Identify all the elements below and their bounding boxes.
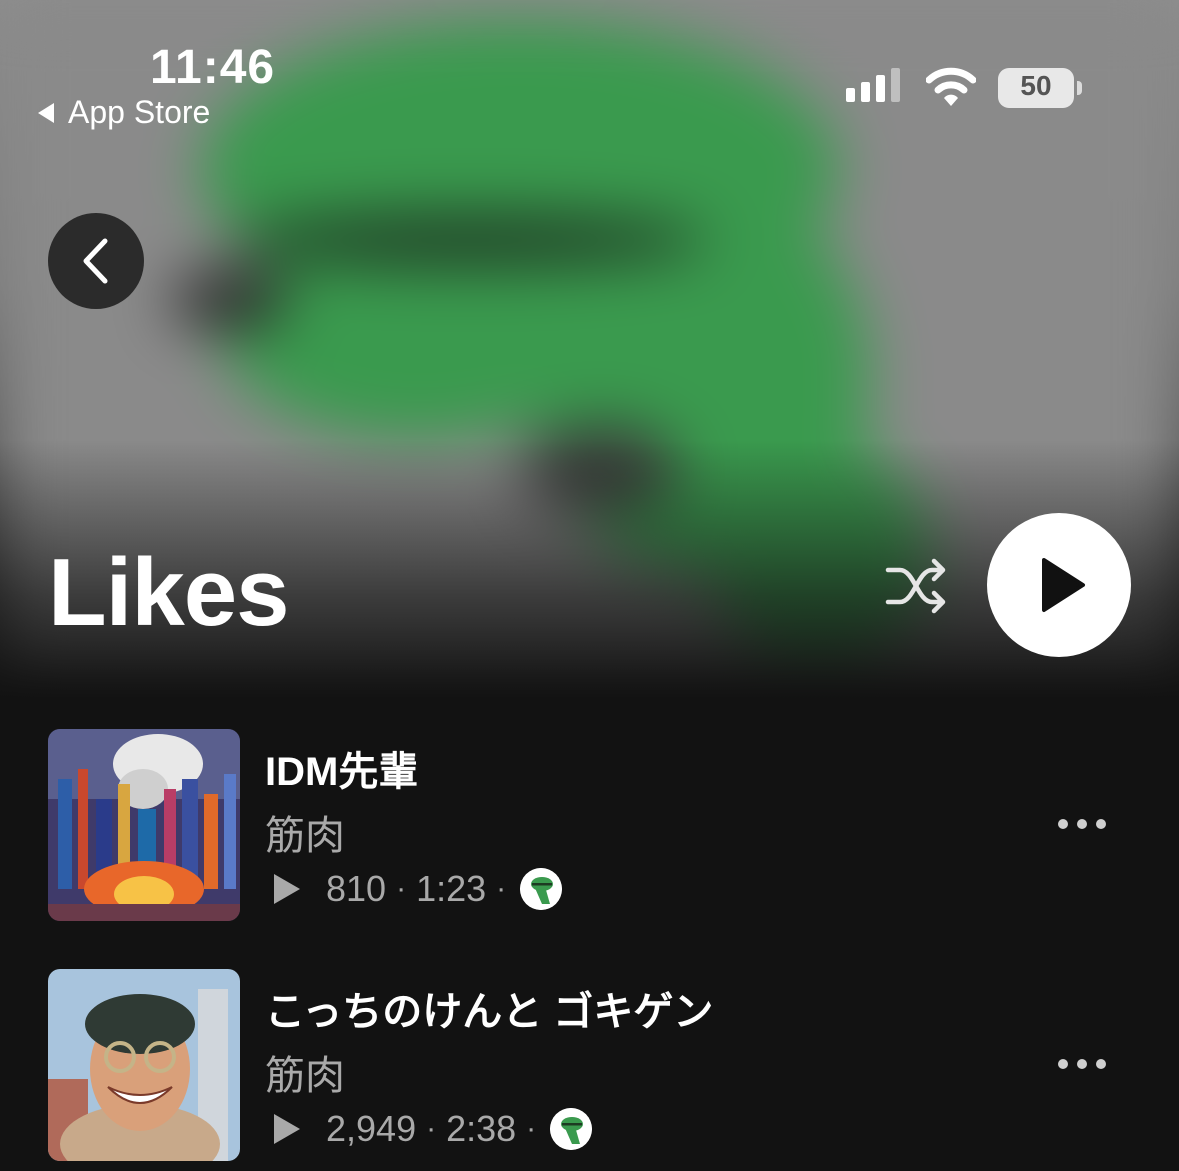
track-row[interactable]: こっちのけんと ゴキゲン 筋肉 2,949 · 2:38 · — [48, 969, 1179, 1161]
track-artwork — [48, 729, 240, 921]
back-app-label: App Store — [68, 94, 211, 130]
track-duration: 1:23 — [416, 868, 487, 909]
more-options-button[interactable] — [1058, 1049, 1106, 1079]
more-options-button[interactable] — [1058, 809, 1106, 839]
play-count: 810 — [326, 868, 387, 909]
chevron-left-icon — [83, 238, 108, 284]
track-duration: 2:38 — [446, 1108, 517, 1149]
separator-dot: · — [496, 872, 507, 905]
page-title: Likes — [48, 539, 289, 646]
track-row[interactable]: IDM先輩 筋肉 810 · 1:23 · — [48, 729, 1179, 921]
track-meta: 810 · 1:23 · — [274, 863, 563, 915]
play-count-icon — [274, 1114, 300, 1144]
status-time: 11:46 — [150, 41, 276, 94]
separator-dot: · — [396, 872, 407, 905]
track-artist: 筋肉 — [265, 1054, 345, 1098]
status-bar: 11:46 App Store 50 — [0, 0, 1179, 140]
uploader-avatar-icon — [550, 1108, 593, 1150]
back-arrow-icon — [38, 102, 54, 123]
battery-icon: 50 — [998, 68, 1082, 108]
play-all-button[interactable] — [987, 513, 1131, 657]
battery-level: 50 — [1020, 70, 1052, 101]
cellular-signal-icon — [846, 68, 900, 102]
track-artist: 筋肉 — [265, 814, 345, 858]
track-title: こっちのけんと ゴキゲン — [265, 990, 714, 1034]
track-artwork — [48, 969, 240, 1161]
play-count-icon — [274, 874, 300, 904]
back-button[interactable] — [48, 213, 144, 309]
separator-dot: · — [526, 1112, 537, 1145]
wifi-icon — [926, 67, 976, 106]
shuffle-icon[interactable] — [884, 558, 950, 614]
track-meta: 2,949 · 2:38 · — [274, 1103, 593, 1155]
uploader-avatar-icon — [520, 868, 563, 910]
separator-dot: · — [426, 1112, 437, 1145]
track-title: IDM先輩 — [265, 750, 419, 794]
play-count: 2,949 — [326, 1108, 417, 1149]
back-to-app-link[interactable]: App Store — [38, 94, 210, 131]
play-icon — [1042, 558, 1085, 612]
